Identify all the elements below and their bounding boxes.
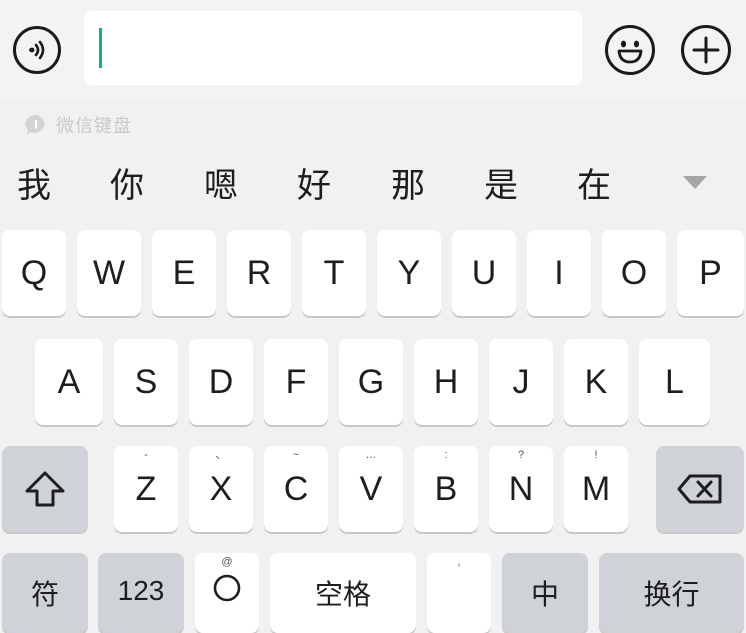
input-bar <box>0 0 746 100</box>
candidate-1[interactable]: 我 <box>4 163 64 209</box>
key-o-label: O <box>620 253 648 292</box>
emoji-key-icon <box>213 574 241 602</box>
key-c-hint: ~ <box>292 449 300 461</box>
key-k-label: K <box>584 362 608 401</box>
key-v[interactable]: … V <box>339 446 403 532</box>
key-u[interactable]: U <box>452 230 516 316</box>
key-h-label: H <box>433 362 459 401</box>
key-a-label: A <box>57 362 81 401</box>
key-p-label: P <box>699 253 722 292</box>
text-caret <box>99 28 102 68</box>
voice-icon <box>29 40 45 60</box>
key-l-label: L <box>665 362 684 401</box>
comma-key-hint: , <box>457 556 461 568</box>
language-key-label: 中 <box>530 579 559 610</box>
key-s[interactable]: S <box>114 339 178 425</box>
emoji-key-hint: @ <box>221 556 233 568</box>
key-e-label: E <box>172 253 196 292</box>
wechat-keyboard-icon <box>25 114 45 135</box>
smiley-icon <box>617 40 643 64</box>
candidate-7[interactable]: 在 <box>564 163 624 209</box>
key-m-label: M <box>581 469 611 508</box>
plus-icon <box>692 36 720 64</box>
key-a[interactable]: A <box>35 339 103 425</box>
backspace-key[interactable] <box>656 446 744 532</box>
key-y-label: Y <box>397 253 421 292</box>
key-z[interactable]: -Z <box>114 446 178 532</box>
key-t-label: T <box>323 253 345 292</box>
message-input[interactable] <box>84 11 582 85</box>
key-b[interactable]: :B <box>414 446 478 532</box>
key-m[interactable]: ! M <box>564 446 628 532</box>
key-r[interactable]: R <box>227 230 291 316</box>
shift-key[interactable] <box>2 446 88 532</box>
comma-key[interactable]: , <box>427 553 491 633</box>
key-k[interactable]: K <box>564 339 628 425</box>
shift-icon <box>25 471 65 507</box>
key-f-label: F <box>285 362 307 401</box>
symbols-key[interactable]: 符 <box>2 553 88 633</box>
key-g[interactable]: G <box>339 339 403 425</box>
voice-button[interactable] <box>13 26 61 74</box>
enter-key-label: 换行 <box>643 579 700 610</box>
key-z-hint: - <box>144 449 148 461</box>
key-i-label: I <box>554 253 564 292</box>
numbers-key[interactable]: 123 <box>98 553 184 633</box>
candidate-2[interactable]: 你 <box>97 163 157 209</box>
key-j-label: J <box>512 362 530 401</box>
key-e[interactable]: E <box>152 230 216 316</box>
key-w-label: W <box>92 253 126 292</box>
enter-key[interactable]: 换行 <box>599 553 744 633</box>
key-q-label: Q <box>20 253 48 292</box>
space-key[interactable]: 空格 <box>270 553 416 633</box>
key-z-label: Z <box>135 469 157 508</box>
more-button[interactable] <box>681 25 731 75</box>
candidate-5[interactable]: 那 <box>378 163 438 209</box>
key-b-label: B <box>434 469 458 508</box>
numbers-key-label: 123 <box>117 575 165 606</box>
key-l[interactable]: L <box>639 339 710 425</box>
key-r-label: R <box>246 253 272 292</box>
key-d-label: D <box>208 362 234 401</box>
key-y[interactable]: Y <box>377 230 441 316</box>
key-g-label: G <box>357 362 385 401</box>
key-n-hint: ? <box>517 449 525 461</box>
key-h[interactable]: H <box>414 339 478 425</box>
key-o[interactable]: O <box>602 230 666 316</box>
key-d[interactable]: D <box>189 339 253 425</box>
candidate-4[interactable]: 好 <box>284 163 344 209</box>
key-t[interactable]: T <box>302 230 366 316</box>
key-m-hint: ! <box>594 449 598 461</box>
key-i[interactable]: I <box>527 230 591 316</box>
key-c-label: C <box>283 469 309 508</box>
key-f[interactable]: F <box>264 339 328 425</box>
emoji-key[interactable]: @ <box>195 553 259 633</box>
key-x[interactable]: 、 X <box>189 446 253 532</box>
key-n[interactable]: ? N <box>489 446 553 532</box>
key-q[interactable]: Q <box>2 230 66 316</box>
key-j[interactable]: J <box>489 339 553 425</box>
key-v-hint: … <box>365 449 377 461</box>
language-key[interactable]: 中 <box>502 553 588 633</box>
symbols-key-label: 符 <box>30 579 59 610</box>
emoji-button[interactable] <box>605 25 655 75</box>
key-s-label: S <box>134 362 158 401</box>
key-w[interactable]: W <box>77 230 141 316</box>
key-v-label: V <box>359 469 383 508</box>
key-c[interactable]: ~ C <box>264 446 328 532</box>
key-x-label: X <box>209 469 233 508</box>
space-key-label: 空格 <box>314 579 371 610</box>
key-n-label: N <box>508 469 534 508</box>
key-u-label: U <box>471 253 497 292</box>
keyboard-brand: 微信键盘 <box>24 112 132 138</box>
brand-text: 微信键盘 <box>56 116 132 137</box>
key-x-hint: 、 <box>215 449 227 461</box>
candidate-6[interactable]: 是 <box>471 163 531 209</box>
expand-candidates-icon[interactable] <box>683 176 707 189</box>
key-b-hint: : <box>444 449 448 461</box>
backspace-icon <box>677 474 722 504</box>
candidate-3[interactable]: 嗯 <box>191 163 251 209</box>
key-p[interactable]: P <box>677 230 744 316</box>
